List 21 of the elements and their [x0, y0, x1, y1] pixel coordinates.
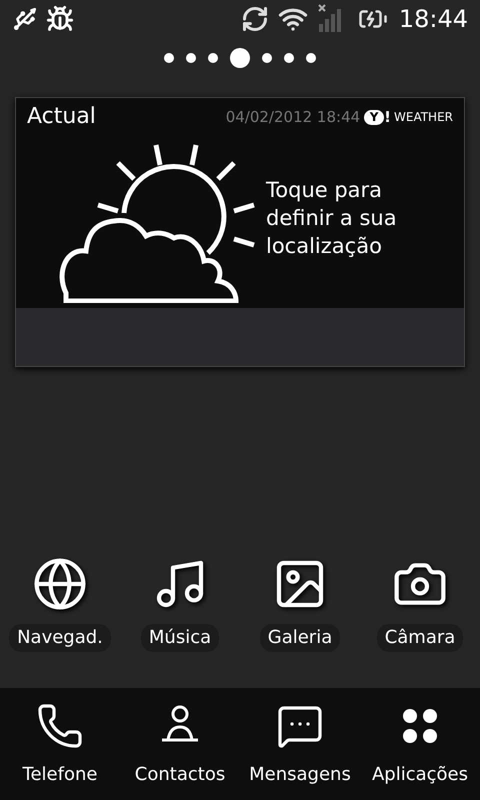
weather-widget[interactable]: Actual 04/02/2012 18:44 Y ! WEATHER Toque para definir a sua localização: [15, 97, 465, 367]
timestamp: 04/02/2012 18:44: [226, 110, 360, 124]
shortcut-label[interactable]: Música: [140, 624, 220, 652]
dock-label[interactable]: Contactos: [134, 764, 226, 786]
globe-icon: [32, 556, 88, 612]
dock-label[interactable]: Mensagens: [249, 764, 351, 786]
location-prompt: Toque para definir a sua localização: [266, 177, 398, 260]
widget-title: Actual: [27, 106, 96, 128]
clock: 18:44: [398, 7, 468, 31]
shortcut-label[interactable]: Câmara: [376, 624, 464, 652]
dock-label[interactable]: Telefone: [22, 764, 98, 786]
dock-label[interactable]: Aplicações: [372, 764, 468, 786]
phone-icon: [36, 702, 84, 750]
bug-icon: [46, 5, 74, 33]
usb-icon: [12, 6, 38, 32]
sync-icon: [240, 5, 269, 33]
shortcut-label[interactable]: Navegad.: [9, 624, 111, 652]
logo-mark: Y: [364, 110, 384, 124]
brand-label: WEATHER: [394, 111, 453, 123]
shortcut-label[interactable]: Galeria: [260, 624, 340, 652]
logo-exclamation: !: [384, 110, 391, 124]
